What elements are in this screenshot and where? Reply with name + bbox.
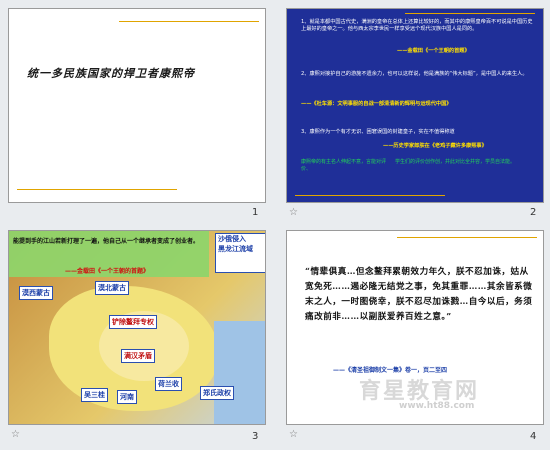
slide-number: 1 xyxy=(252,207,259,218)
slide-number: 4 xyxy=(530,431,537,442)
corner-line: 沙俄侵入 xyxy=(218,235,246,243)
map-label-zhengshi: 郑氏政权 xyxy=(200,386,234,400)
note-left: 康熙帝的有主名人伸起不意，言能对评价、 xyxy=(301,159,387,172)
map-label-moxi: 漠西蒙古 xyxy=(19,286,53,300)
map-label-manhan: 满汉矛盾 xyxy=(121,349,155,363)
map-sea xyxy=(214,321,265,424)
decorative-line xyxy=(119,21,259,22)
quote-text: “情辈俱真…但念鳌拜累朝效力年久，朕不忍加诛，姑从宽免死……遏必隆无结党之事，免… xyxy=(305,267,533,322)
paragraph-3: 3、康熙作为一个有才无识、困窘误国的封建皇子，实在不值得称道 xyxy=(301,129,455,135)
map-label-mobei: 漠北蒙古 xyxy=(95,281,129,295)
paragraph-1-credit: ——金载田《一个王朝的首题》 xyxy=(397,48,470,54)
map-label-taiwan: 荷兰收 xyxy=(155,377,182,391)
watermark-url: www.ht88.com xyxy=(399,401,475,411)
slide-number: 2 xyxy=(530,207,537,218)
animation-star-icon: ☆ xyxy=(289,429,298,440)
map-label-sanfan: 吴三桂 xyxy=(81,388,108,402)
russia-invasion-box: 沙俄侵入 黑龙江流域 xyxy=(215,233,265,273)
heading-credit: ——金载田《一个王朝的首题》 xyxy=(65,268,150,275)
map-label-aobai: 铲除鳌拜专权 xyxy=(109,315,157,329)
slide-title: 统一多民族国家的捍卫者康熙帝 xyxy=(27,67,195,80)
slide-number: 3 xyxy=(252,431,259,442)
decorative-line xyxy=(17,189,177,190)
animation-star-icon: ☆ xyxy=(11,429,20,440)
slide-2-thumbnail[interactable]: 1、就是本都中国古代史，满洲的皇帝在总体上还算比较好的，而其中的康熙皇帝百不可说… xyxy=(286,8,544,203)
paragraph-3-credit: ——历史学家郎肤在《老鸡子藏许多康熙事》 xyxy=(383,143,487,149)
paragraph-2-credit: ——《杜车源：文明事服的自战一部清清新的辉明与运现代中国》 xyxy=(301,101,452,107)
decorative-line xyxy=(397,237,537,238)
paragraph-1: 1、就是本都中国古代史，满洲的皇帝在总体上还算比较好的，而其中的康熙皇帝百不可说… xyxy=(301,19,533,32)
note-right: 学生们的评价创作创，并此对比全并容，学员自法能。 xyxy=(395,159,516,165)
map-label-henan: 河南 xyxy=(117,390,137,404)
slide-1-thumbnail[interactable]: 统一多民族国家的捍卫者康熙帝 xyxy=(8,8,266,203)
slide-3-thumbnail[interactable]: 能提到手的江山若新打理了一遍，他自己从一个继承者变成了创业者。 ——金载田《一个… xyxy=(8,230,266,425)
decorative-line xyxy=(295,195,445,196)
corner-line: 黑龙江流域 xyxy=(218,245,253,253)
paragraph-2: 2、康熙对接护自己的游施不遗余力，也可以这样说，他是满族的“伟大标题”，是中国人… xyxy=(301,71,528,77)
slide-heading: 能提到手的江山若新打理了一遍，他自己从一个继承者变成了创业者。 xyxy=(13,238,200,245)
slide-4-thumbnail[interactable]: “情辈俱真…但念鳌拜累朝效力年久，朕不忍加诛，姑从宽免死……遏必隆无结党之事，免… xyxy=(286,230,544,425)
decorative-line xyxy=(405,13,535,14)
animation-star-icon: ☆ xyxy=(289,207,298,218)
